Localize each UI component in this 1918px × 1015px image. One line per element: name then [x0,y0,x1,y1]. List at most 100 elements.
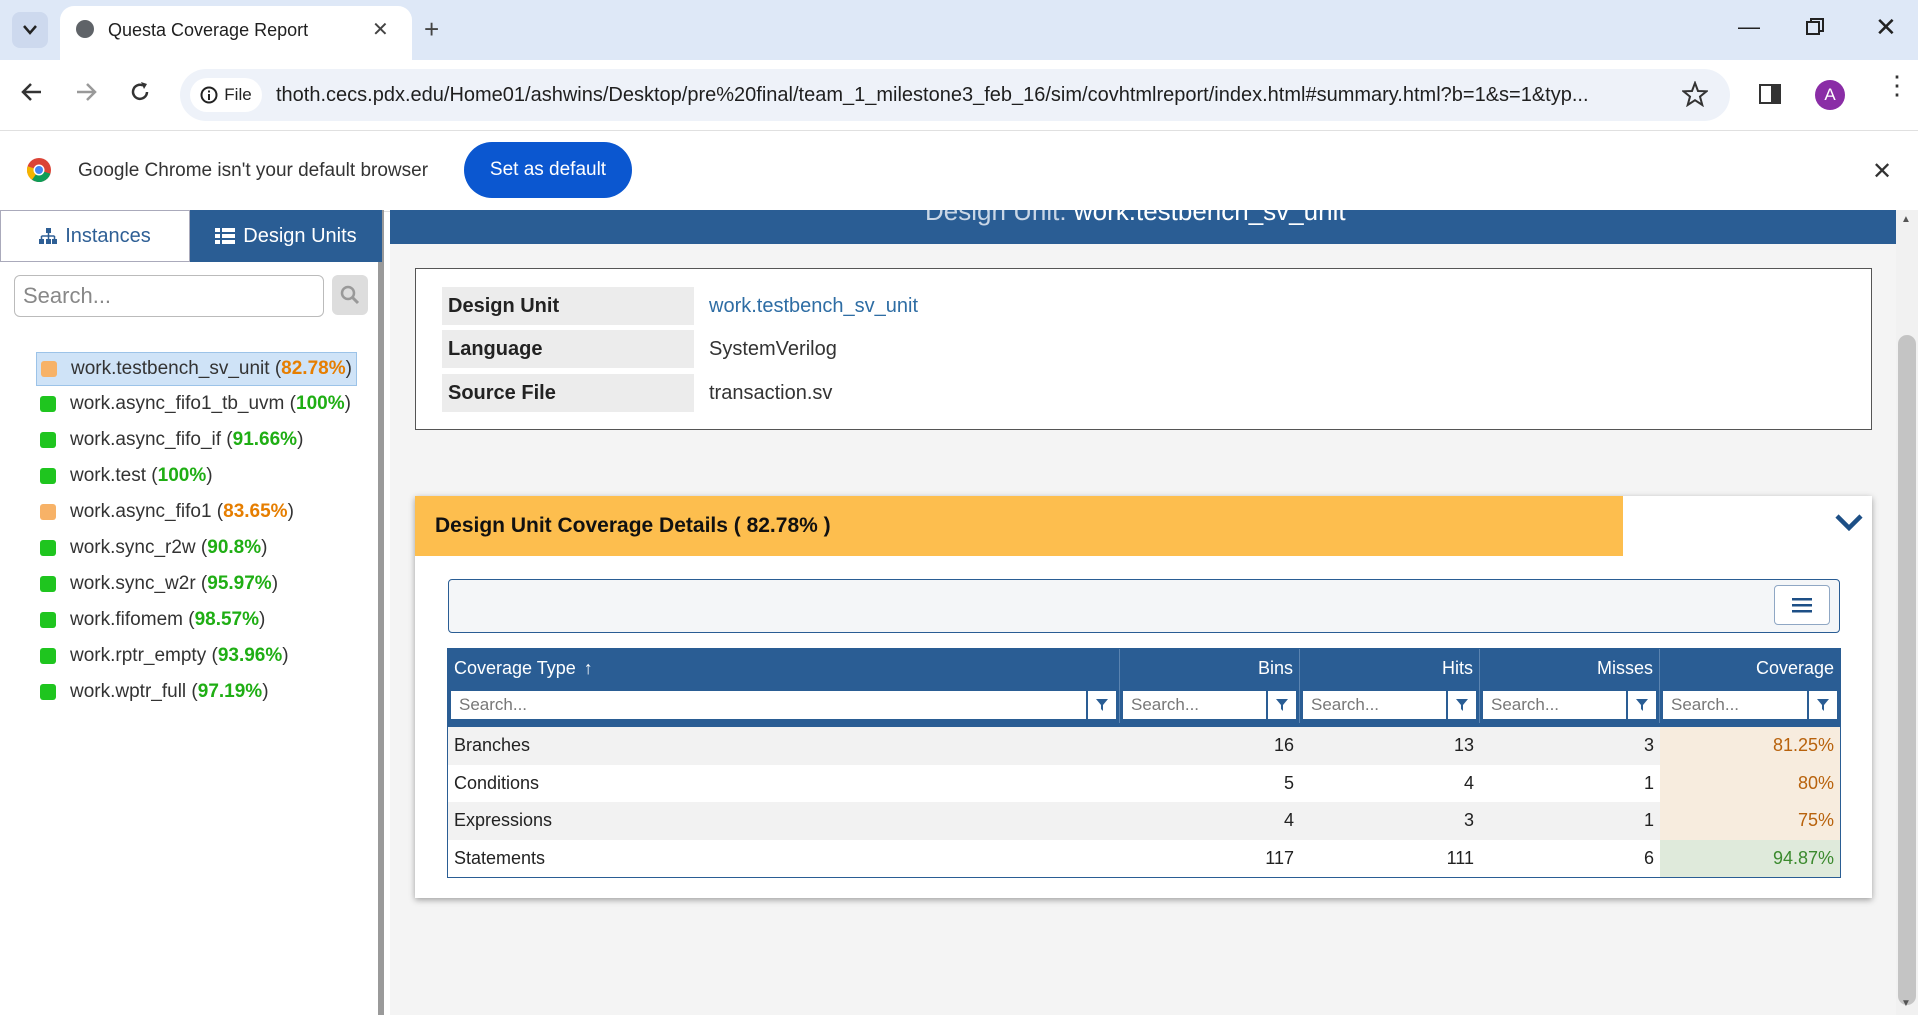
column-title: Coverage Type [454,657,576,678]
coverage-cell: 80% [1660,764,1840,802]
design-unit-name: work.async_fifo1_tb_uvm [70,393,285,414]
design-unit-coverage: 90.8% [207,537,262,558]
design-unit-coverage: 100% [296,393,345,414]
coverage-details-header[interactable]: Design Unit Coverage Details ( 82.78% ) [415,496,1623,556]
design-unit-coverage: 97.19% [197,681,263,702]
coverage-status-square [40,576,56,592]
forward-icon[interactable] [74,80,98,109]
column-filter-input[interactable]: Search... [1123,691,1266,719]
design-unit-search-button[interactable] [332,275,368,315]
design-unit-name: work.async_fifo_if [70,429,222,450]
tab-instances[interactable]: Instances [0,210,190,262]
filter-icon[interactable] [1628,691,1656,719]
design-unit-name: work.async_fifo1 [70,501,212,522]
url-text[interactable]: thoth.cecs.pdx.edu/Home01/ashwins/Deskto… [276,84,1666,107]
reload-icon[interactable] [128,80,152,109]
language-value: SystemVerilog [709,338,837,360]
column-filter-input[interactable]: Search... [451,691,1086,719]
side-panel-icon[interactable] [1759,84,1781,109]
design-unit-link[interactable]: work.testbench_sv_unit [709,295,918,318]
language-label: Language [442,330,694,368]
table-row[interactable]: Expressions 4 3 1 75% [448,802,1840,840]
table-body: Branches 16 13 3 81.25% Conditions 5 4 1 80% Expre… [448,727,1840,877]
filter-icon[interactable] [1809,691,1837,719]
design-unit-item[interactable]: work.sync_w2r (95.97%) [36,568,282,600]
column-menu-button[interactable] [1774,585,1830,625]
collapse-chevron-icon[interactable] [1834,512,1864,538]
coverage-cell: 81.25% [1660,727,1840,765]
design-unit-item[interactable]: work.sync_r2w (90.8%) [36,532,271,564]
paren: ( [284,393,296,414]
design-unit-item[interactable]: work.async_fifo1 (83.65%) [36,496,298,528]
design-unit-coverage: 95.97% [207,573,272,594]
new-tab-button[interactable]: + [424,14,439,45]
paren: ( [269,358,282,379]
coverage-status-square [40,468,56,484]
table-row[interactable]: Branches 16 13 3 81.25% [448,727,1840,765]
coverage-type-cell: Statements [454,847,546,868]
filter-icon[interactable] [1268,691,1296,719]
back-icon[interactable] [20,80,44,109]
design-unit-item[interactable]: work.test (100%) [36,460,217,492]
design-unit-item[interactable]: work.testbench_sv_unit (82.78%) [36,352,357,386]
hits-cell: 4 [1463,772,1474,793]
hierarchy-icon [39,228,58,244]
bins-cell: 5 [1283,772,1294,793]
minimize-icon[interactable]: — [1738,14,1760,40]
coverage-status-square [40,612,56,628]
column-filter-input[interactable]: Search... [1483,691,1626,719]
search-icon [340,285,360,305]
table-row[interactable]: Conditions 5 4 1 80% [448,764,1840,802]
tab-design-units[interactable]: Design Units [190,210,382,262]
restore-icon[interactable] [1806,16,1824,42]
more-menu-icon[interactable]: ⋮ [1884,72,1910,98]
design-unit-item[interactable]: work.wptr_full (97.19%) [36,676,273,708]
design-unit-item[interactable]: work.async_fifo1_tb_uvm (100%) [36,388,355,420]
design-unit-search-input[interactable]: Search... [14,275,324,317]
column-header-hits[interactable]: Hits [1300,649,1480,687]
misses-cell: 1 [1643,772,1654,793]
close-window-icon[interactable]: ✕ [1875,12,1897,43]
coverage-cell: 75% [1660,802,1840,840]
paren: ( [211,501,224,522]
set-default-button[interactable]: Set as default [464,142,632,198]
site-info-chip[interactable]: File [190,78,262,112]
infobar-close-icon[interactable]: ✕ [1872,157,1892,186]
design-unit-name: work.test [70,465,147,486]
design-unit-coverage: 82.78% [281,358,346,379]
bookmark-star-icon[interactable] [1680,80,1710,112]
column-header-bins[interactable]: Bins [1120,649,1300,687]
paren: ) [259,609,266,630]
column-header-coverage[interactable]: Coverage [1660,649,1840,687]
design-unit-item[interactable]: work.async_fifo_if (91.66%) [36,424,307,456]
coverage-status-square [40,684,56,700]
filter-icon[interactable] [1088,691,1116,719]
column-filter: Search... [1480,687,1660,723]
coverage-type-cell: Expressions [454,810,553,831]
table-row[interactable]: Statements 117 111 6 94.87% [448,839,1840,877]
column-filter-input[interactable]: Search... [1303,691,1446,719]
design-unit-item[interactable]: work.fifomem (98.57%) [36,604,269,636]
file-chip-label: File [224,85,252,104]
hits-cell: 111 [1446,847,1474,868]
profile-avatar[interactable]: A [1815,80,1845,110]
paren: ( [206,645,218,666]
grid-icon [215,228,236,244]
scroll-down-icon[interactable]: ▼ [1901,998,1911,1009]
scrollbar-thumb[interactable] [1898,335,1916,1005]
design-unit-name: work.testbench_sv_unit [71,358,270,379]
column-filter-input[interactable]: Search... [1663,691,1807,719]
design-unit-item[interactable]: work.rptr_empty (93.96%) [36,640,293,672]
filter-icon[interactable] [1448,691,1476,719]
hamburger-menu-icon [1792,598,1812,613]
tab-close-icon[interactable]: ✕ [372,17,389,42]
column-header-misses[interactable]: Misses [1480,649,1660,687]
column-filter: Search... [1660,687,1840,723]
column-header-coverage-type[interactable]: Coverage Type ↑ [448,649,1120,687]
misses-cell: 6 [1643,847,1654,868]
scroll-up-icon[interactable]: ▲ [1901,214,1911,225]
coverage-type-cell: Branches [454,735,531,756]
search-placeholder: Search... [23,283,112,308]
tab-search-dropdown-button[interactable] [12,12,48,48]
design-unit-coverage: 98.57% [194,609,260,630]
